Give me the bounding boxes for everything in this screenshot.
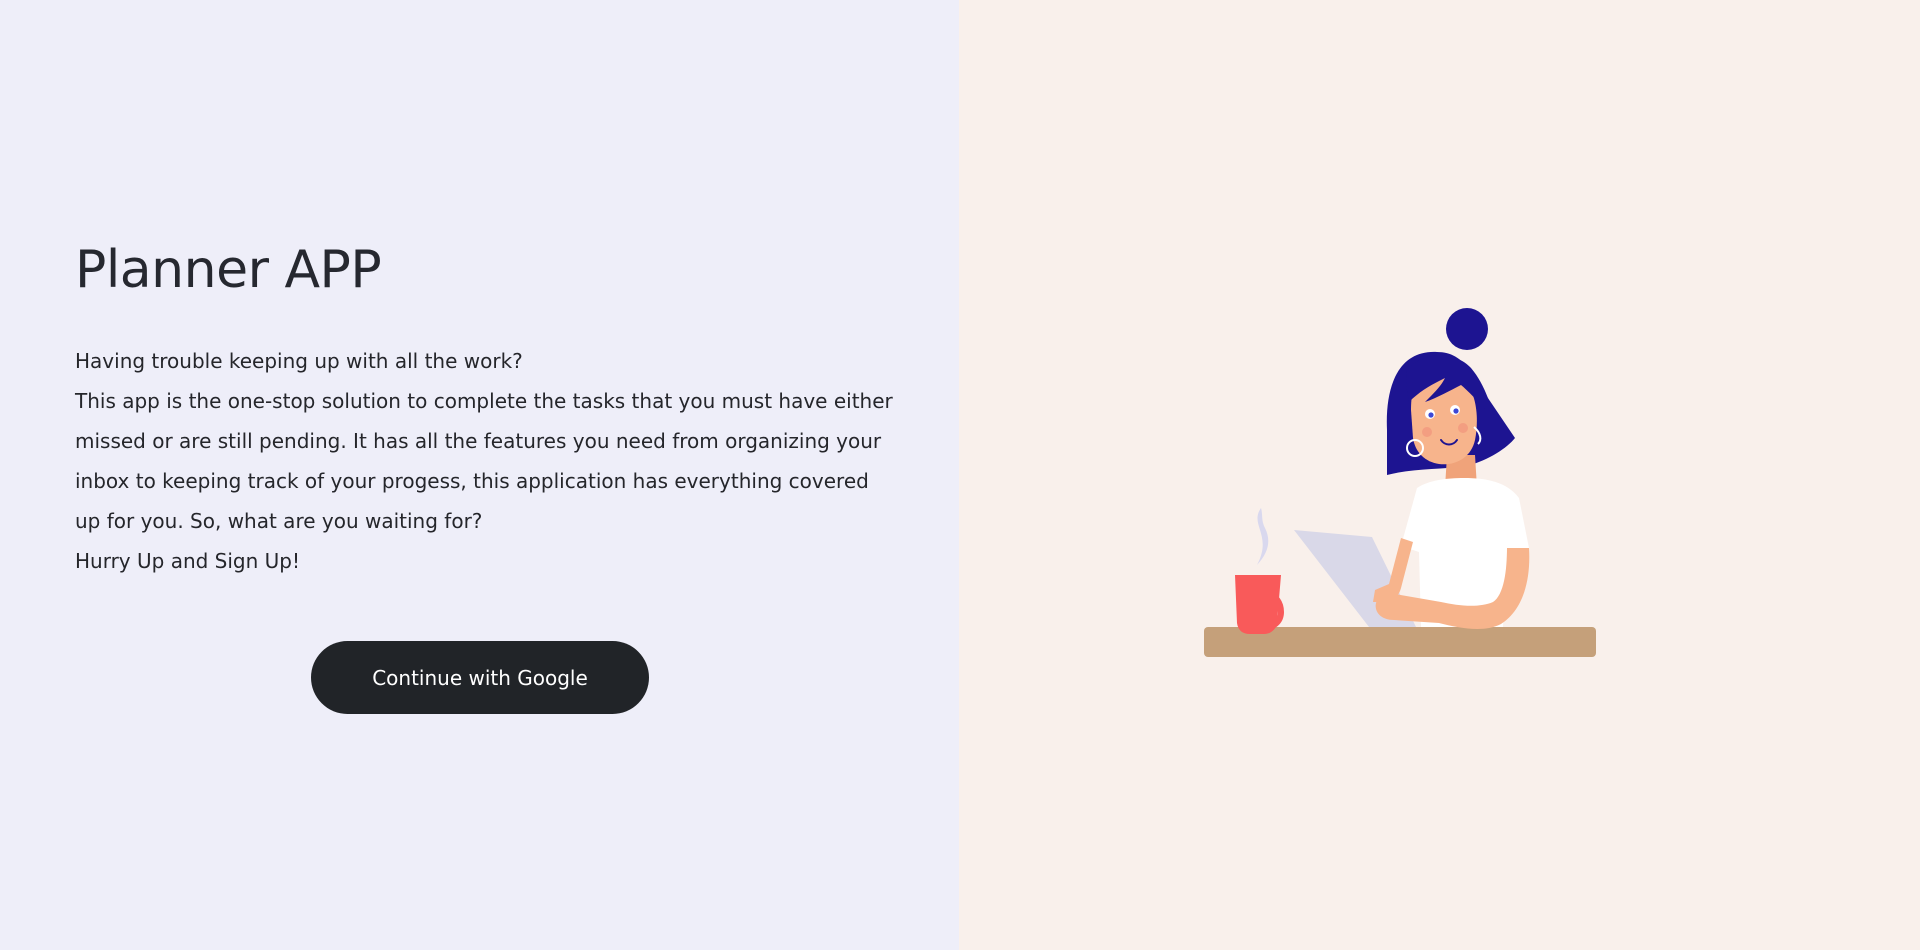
intro-panel: Planner APP Having trouble keeping up wi… (0, 0, 959, 950)
intro-paragraph: This app is the one-stop solution to com… (75, 389, 893, 533)
coffee-mug-icon (1235, 575, 1285, 634)
intro-text: Having trouble keeping up with all the w… (75, 341, 895, 581)
login-page: Planner APP Having trouble keeping up wi… (0, 0, 1920, 950)
continue-with-google-button[interactable]: Continue with Google (311, 641, 649, 714)
intro-question: Having trouble keeping up with all the w… (75, 349, 523, 373)
page-title: Planner APP (75, 240, 382, 300)
steam (1257, 508, 1269, 565)
hair-bun (1446, 308, 1488, 350)
illustration-panel (959, 0, 1920, 950)
woman-at-desk-illustration (1204, 308, 1596, 657)
intro-cta-text: Hurry Up and Sign Up! (75, 549, 301, 573)
